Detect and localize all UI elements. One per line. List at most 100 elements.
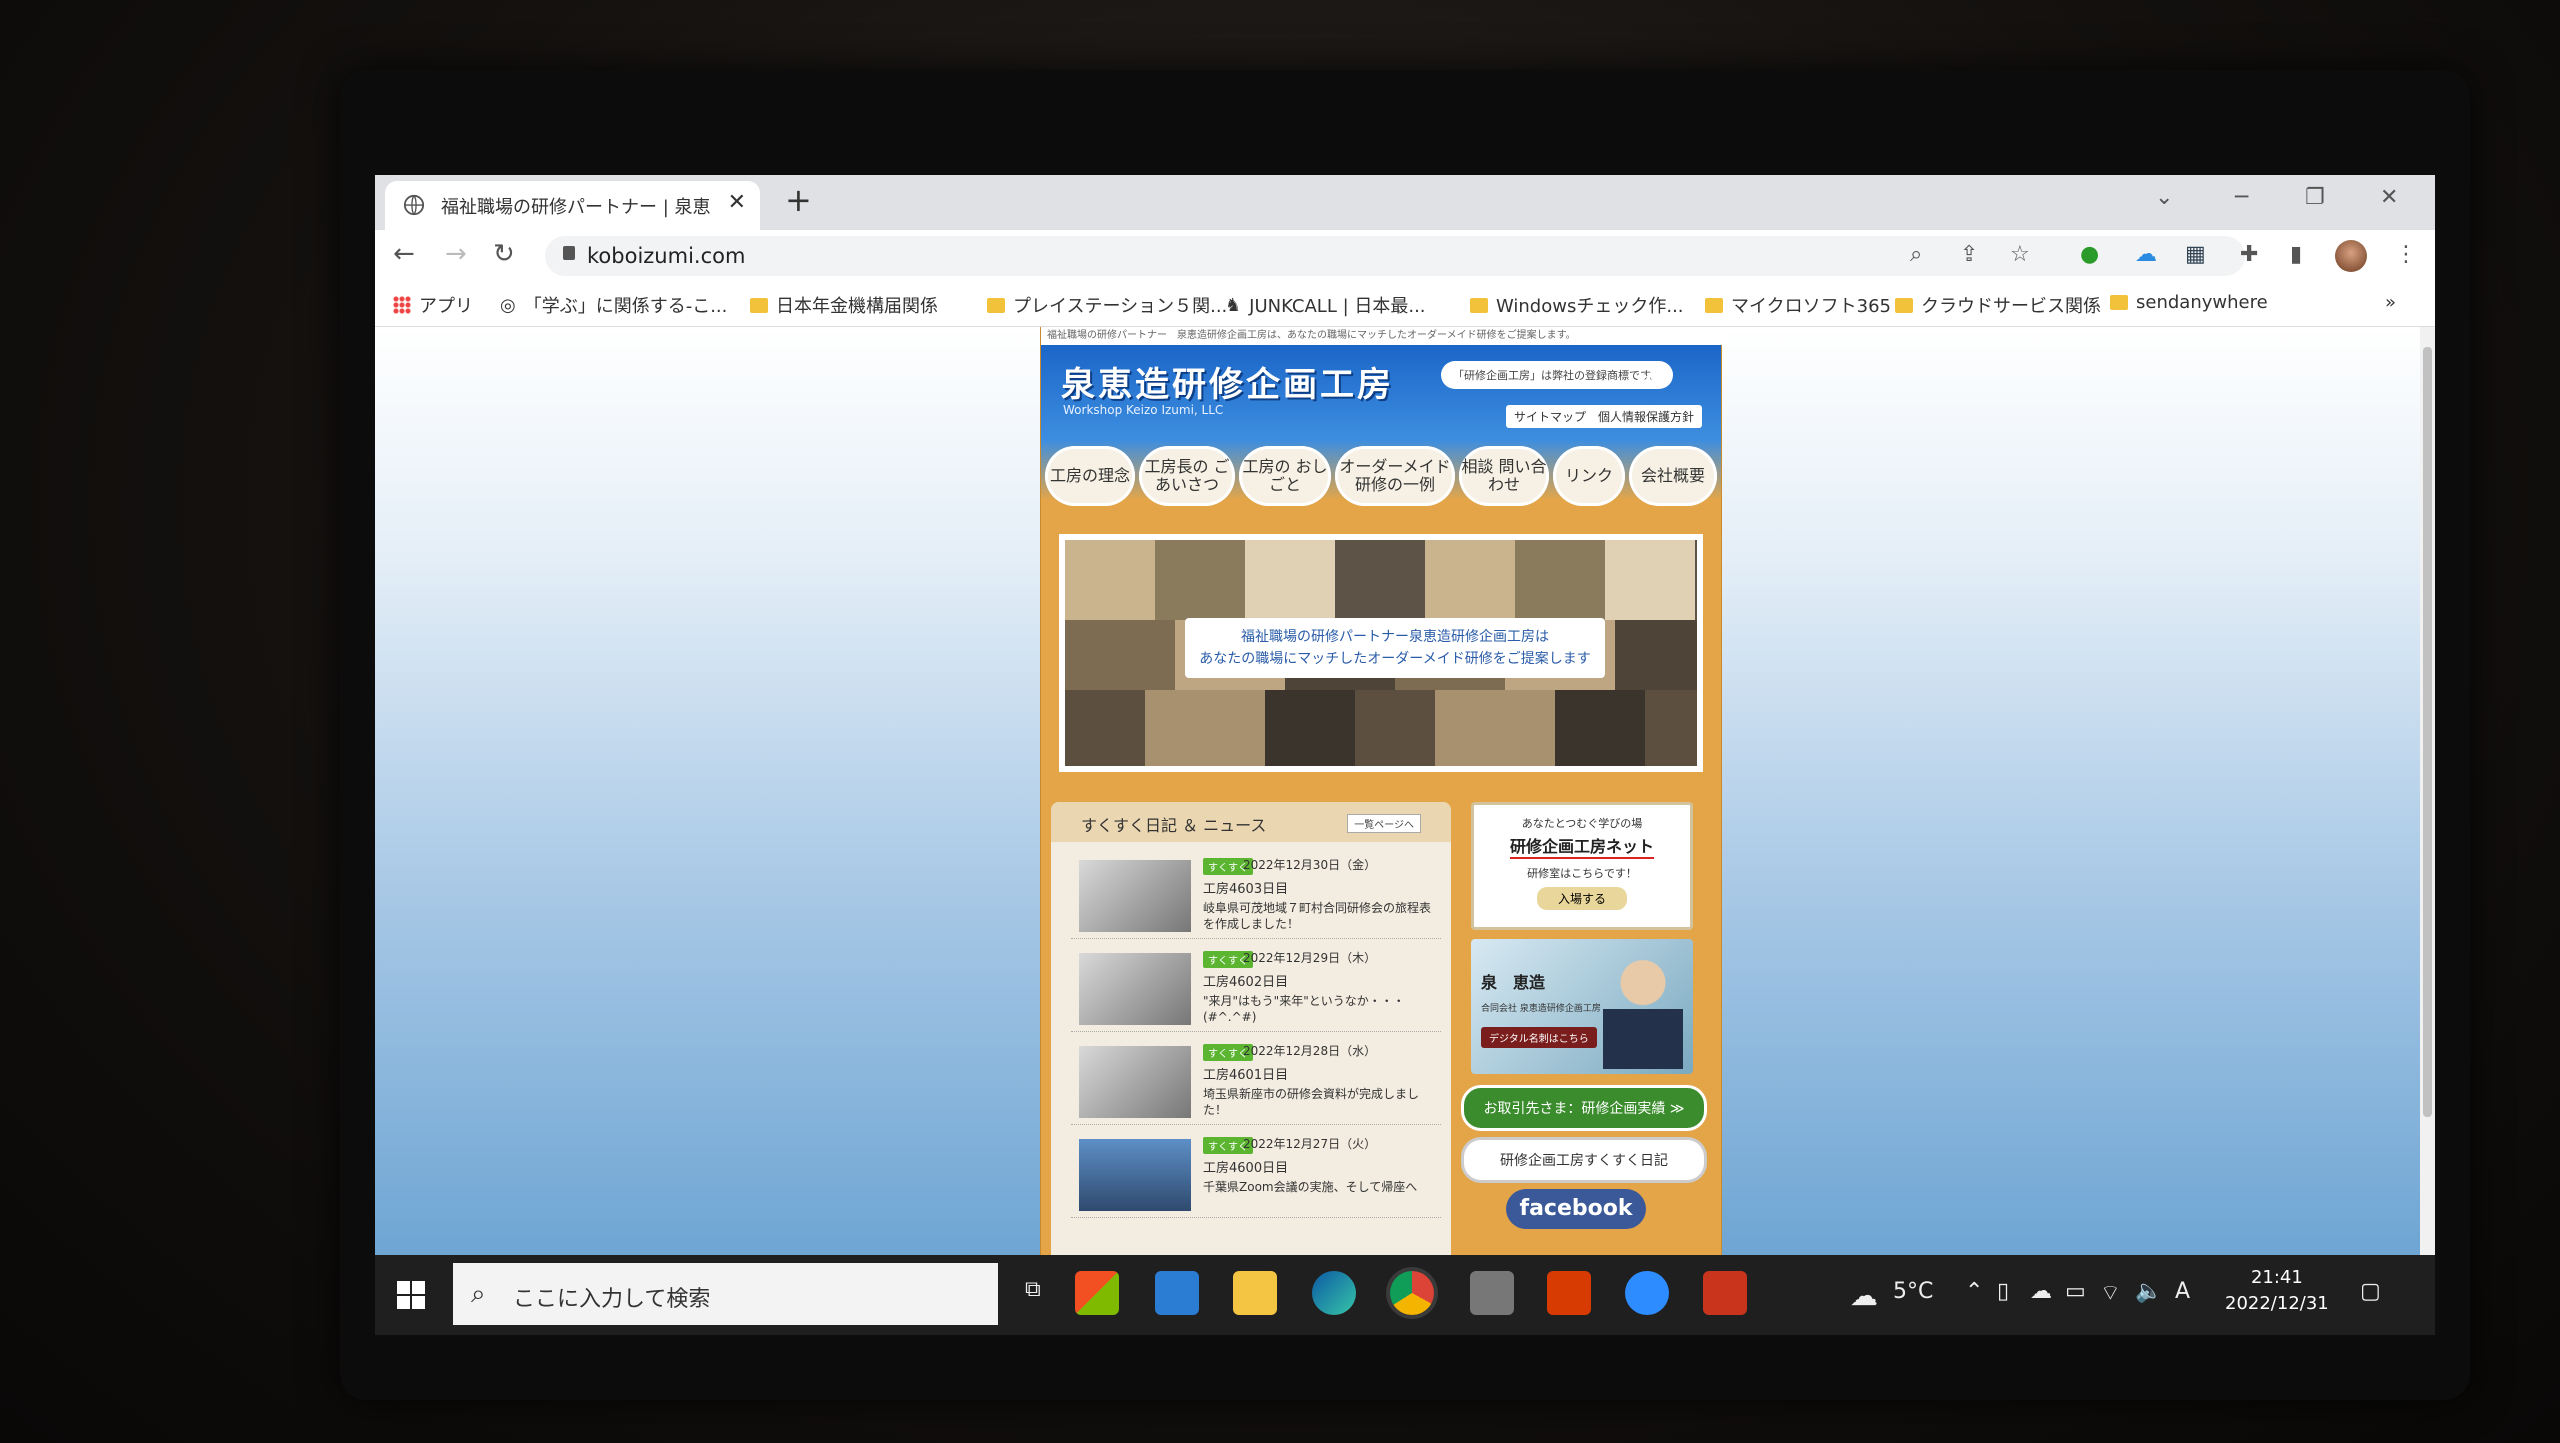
- digital-card-button[interactable]: デジタル名刺はこちら: [1481, 1027, 1597, 1048]
- forward-button[interactable]: →: [445, 239, 467, 269]
- bookmark-folder[interactable]: クラウドサービス関係: [1895, 292, 2101, 318]
- news-item[interactable]: すくすく 2022年12月28日（水） 工房4601日目 埼玉県新座市の研修会資…: [1071, 1038, 1441, 1125]
- browser-tab[interactable]: 福祉職場の研修パートナー | 泉恵造 ✕: [385, 181, 760, 230]
- office-icon[interactable]: [1547, 1271, 1591, 1315]
- profile-card[interactable]: 泉 恵造 合同会社 泉恵造研修企画工房 デジタル名刺はこちら: [1471, 939, 1693, 1074]
- extensions-puzzle-icon[interactable]: ✚: [2240, 242, 2258, 267]
- folder-icon: [1895, 297, 1913, 313]
- news-thumbnail[interactable]: [1079, 860, 1191, 932]
- bookmark-folder[interactable]: sendanywhere: [2110, 292, 2268, 313]
- bookmark-star-icon[interactable]: ☆: [2010, 242, 2030, 267]
- folder-icon: [987, 297, 1005, 313]
- bookmark-item[interactable]: ♞ JUNKCALL | 日本最...: [1225, 292, 1426, 318]
- screen: 福祉職場の研修パートナー | 泉恵造 ✕ + ⌄ ─ ❐ ✕ ← → ↻ kob…: [375, 175, 2435, 1335]
- edge-icon[interactable]: [1312, 1271, 1356, 1315]
- news-text[interactable]: 千葉県Zoom会議の実施、そして帰座へ: [1203, 1179, 1433, 1195]
- restore-button[interactable]: ❐: [2305, 185, 2325, 210]
- bookmark-apps[interactable]: アプリ: [393, 292, 473, 318]
- tab-search-icon[interactable]: ⌄: [2155, 185, 2173, 210]
- menu-item[interactable]: 工房の おしごと: [1239, 446, 1331, 506]
- battery-icon[interactable]: ▭: [2065, 1279, 2086, 1304]
- news-day: 工房4603日目: [1203, 882, 1289, 897]
- onedrive-tray-icon[interactable]: ☁: [2030, 1279, 2052, 1304]
- news-date: 2022年12月30日（金）: [1243, 858, 1377, 872]
- minimize-button[interactable]: ─: [2235, 185, 2248, 210]
- close-tab-icon[interactable]: ✕: [728, 190, 746, 215]
- weather-temperature[interactable]: 5°C: [1893, 1279, 1933, 1304]
- profile-avatar[interactable]: [2335, 240, 2367, 272]
- site-logo-sub: Workshop Keizo Izumi, LLC: [1063, 403, 1224, 417]
- chrome-icon[interactable]: [1390, 1271, 1434, 1315]
- page-viewport: 福祉職場の研修パートナー 泉恵造研修企画工房は、あなたの職場にマッチしたオーダー…: [375, 327, 2420, 1255]
- address-bar[interactable]: koboizumi.com: [545, 236, 2245, 276]
- new-tab-button[interactable]: +: [785, 181, 812, 219]
- store-icon[interactable]: [1075, 1271, 1119, 1315]
- chevron-up-icon[interactable]: ⌃: [1965, 1279, 1983, 1304]
- news-item[interactable]: すくすく 2022年12月29日（木） 工房4602日目 "来月"はもう"来年"…: [1071, 945, 1441, 1032]
- diary-button[interactable]: 研修企画工房すくすく日記: [1461, 1137, 1707, 1183]
- meet-now-icon[interactable]: ▯: [1997, 1279, 2009, 1304]
- office-icon[interactable]: [1703, 1271, 1747, 1315]
- site-logo[interactable]: 泉恵造研修企画工房: [1061, 357, 1394, 406]
- news-panel: すくすく日記 ＆ ニュース 一覧ページへ すくすく 2022年12月30日（金）…: [1051, 802, 1451, 1255]
- bookmarks-bar: アプリ ◎ 「学ぶ」に関係する-こ... 日本年金機構届関係 プレイステーション５…: [375, 282, 2435, 327]
- side-panel-icon[interactable]: ▮: [2290, 242, 2302, 267]
- website: 福祉職場の研修パートナー 泉恵造研修企画工房は、あなたの職場にマッチしたオーダー…: [1040, 327, 1727, 1255]
- taskbar-clock[interactable]: 21:41 2022/12/31: [2225, 1265, 2329, 1317]
- volume-icon[interactable]: 🔈: [2135, 1279, 2162, 1304]
- menu-item[interactable]: オーダーメイド 研修の一例: [1335, 446, 1455, 506]
- notification-icon[interactable]: ▢: [2360, 1279, 2381, 1304]
- file-explorer-icon[interactable]: [1233, 1271, 1277, 1315]
- news-thumbnail[interactable]: [1079, 953, 1191, 1025]
- news-thumbnail[interactable]: [1079, 1139, 1191, 1211]
- windows-start-icon[interactable]: [397, 1281, 425, 1309]
- clients-button[interactable]: お取引先さま：研修企画実績 ≫: [1461, 1085, 1707, 1131]
- news-text[interactable]: 岐阜県可茂地域７町村合同研修会の旅程表を作成しました！: [1203, 900, 1433, 932]
- news-text[interactable]: 埼玉県新座市の研修会資料が完成しました！: [1203, 1086, 1433, 1118]
- news-more-button[interactable]: 一覧ページへ: [1347, 814, 1421, 833]
- menu-item[interactable]: 相談 問い合わせ: [1459, 446, 1549, 506]
- zoom-icon[interactable]: [1625, 1271, 1669, 1315]
- mail-icon[interactable]: [1155, 1271, 1199, 1315]
- news-item[interactable]: すくすく 2022年12月30日（金） 工房4603日目 岐阜県可茂地域７町村合…: [1071, 852, 1441, 939]
- apps-icon: [393, 296, 411, 314]
- menu-item[interactable]: 会社概要: [1629, 446, 1717, 506]
- enter-button[interactable]: 入場する: [1537, 887, 1627, 910]
- bookmark-folder[interactable]: マイクロソフト365: [1705, 292, 1891, 318]
- menu-item[interactable]: 工房長の ごあいさつ: [1139, 446, 1235, 506]
- page-scrollbar[interactable]: [2420, 327, 2435, 1255]
- menu-kebab-icon[interactable]: ⋮: [2395, 242, 2417, 267]
- extension-green-icon[interactable]: ●: [2080, 242, 2099, 267]
- news-day: 工房4602日目: [1203, 975, 1289, 990]
- back-button[interactable]: ←: [393, 239, 415, 269]
- onedrive-icon[interactable]: ☁: [2135, 242, 2157, 267]
- zoom-icon[interactable]: ⌕: [1910, 242, 1922, 267]
- task-view-icon[interactable]: ⧉: [1025, 1277, 1041, 1302]
- facebook-button[interactable]: facebook: [1506, 1189, 1646, 1229]
- camera-icon[interactable]: [1470, 1271, 1514, 1315]
- hero-caption: 福祉職場の研修パートナー泉恵造研修企画工房は あなたの職場にマッチしたオーダーメ…: [1185, 618, 1605, 678]
- bookmarks-overflow-button[interactable]: »: [2385, 292, 2396, 313]
- menu-item[interactable]: 工房の理念: [1045, 446, 1135, 506]
- close-window-button[interactable]: ✕: [2380, 185, 2398, 210]
- bookmark-folder[interactable]: プレイステーション５関...: [987, 292, 1227, 318]
- menu-item[interactable]: リンク: [1553, 446, 1625, 506]
- wifi-icon[interactable]: ⌔: [2100, 1279, 2121, 1307]
- news-text[interactable]: "来月"はもう"来年"というなか・・・(#^.^#): [1203, 993, 1433, 1025]
- bookmark-item[interactable]: ◎ 「学ぶ」に関係する-こ...: [500, 292, 727, 318]
- ime-indicator[interactable]: A: [2175, 1279, 2190, 1304]
- extension-icon[interactable]: ▦: [2185, 242, 2206, 267]
- bookmark-folder[interactable]: 日本年金機構届関係: [750, 292, 938, 318]
- taskbar-search[interactable]: ⌕ ここに入力して検索: [453, 1263, 998, 1325]
- tab-title: 福祉職場の研修パートナー | 泉恵造: [441, 197, 711, 218]
- scrollbar-thumb[interactable]: [2423, 347, 2432, 1117]
- kobo-net-banner[interactable]: あなたとつむぐ学びの場 研修企画工房ネット 研修室はこちらです！ 入場する: [1471, 802, 1693, 930]
- share-icon[interactable]: ⇪: [1960, 242, 1978, 267]
- weather-cloud-icon[interactable]: ☁: [1850, 1279, 1878, 1312]
- news-item[interactable]: すくすく 2022年12月27日（火） 工房4600日目 千葉県Zoom会議の実…: [1071, 1131, 1441, 1218]
- site-links[interactable]: サイトマップ 個人情報保護方針: [1506, 405, 1703, 428]
- reload-button[interactable]: ↻: [493, 239, 515, 269]
- news-thumbnail[interactable]: [1079, 1046, 1191, 1118]
- folder-icon: [1705, 297, 1723, 313]
- bookmark-folder[interactable]: Windowsチェック作...: [1470, 292, 1684, 318]
